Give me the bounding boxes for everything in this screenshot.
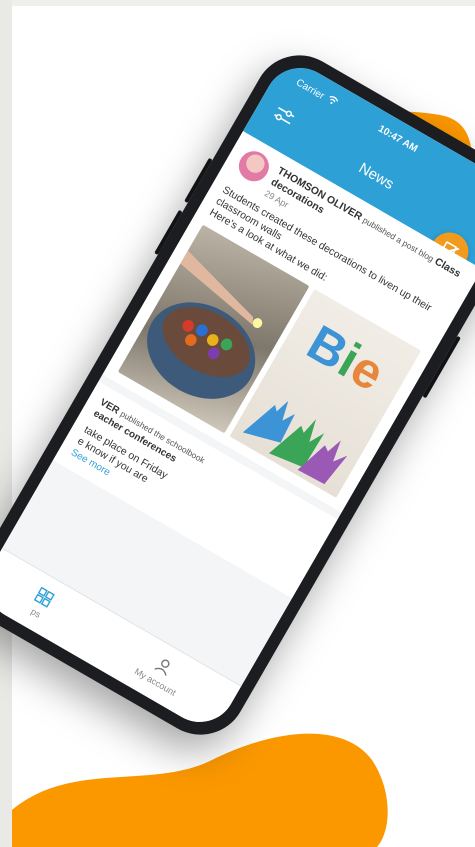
- nav-label: ps: [29, 605, 43, 620]
- avatar: [233, 145, 275, 187]
- nav-apps[interactable]: ps: [27, 586, 56, 621]
- nav-my-account[interactable]: My account: [133, 648, 188, 697]
- orange-blob-bottom: [12, 733, 388, 847]
- phone-mockup: Carrier 10:47 AM News THOMSON OLIVER pub…: [0, 38, 475, 752]
- left-edge: [0, 0, 12, 847]
- app-screen: Carrier 10:47 AM News THOMSON OLIVER pub…: [0, 54, 475, 736]
- top-edge: [0, 0, 475, 6]
